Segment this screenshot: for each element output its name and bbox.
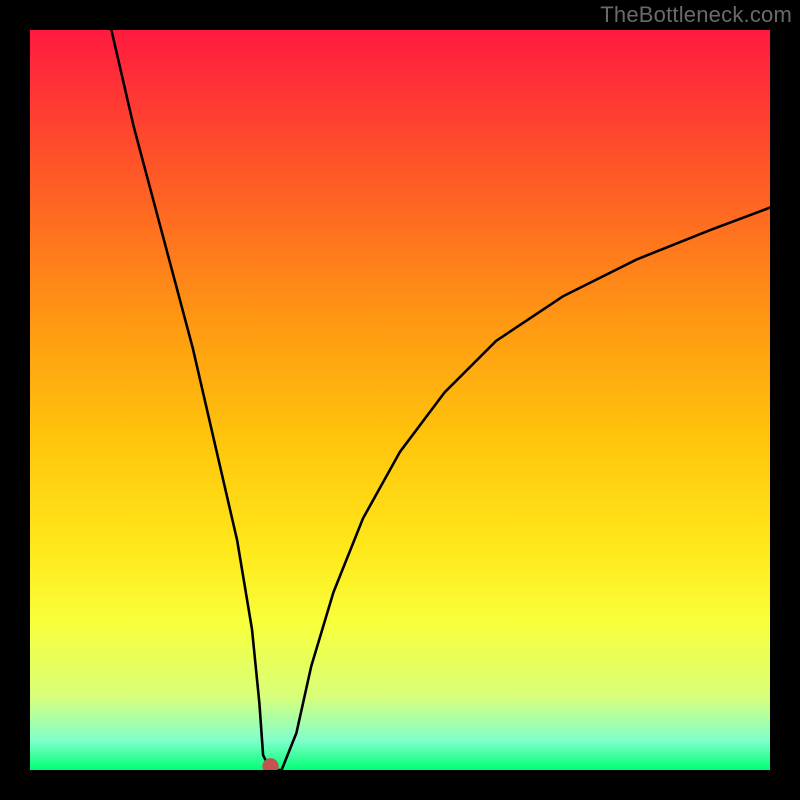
chart-curve-svg	[30, 30, 770, 770]
curve-path	[111, 30, 770, 770]
watermark-text: TheBottleneck.com	[600, 2, 792, 28]
chart-frame: TheBottleneck.com	[0, 0, 800, 800]
